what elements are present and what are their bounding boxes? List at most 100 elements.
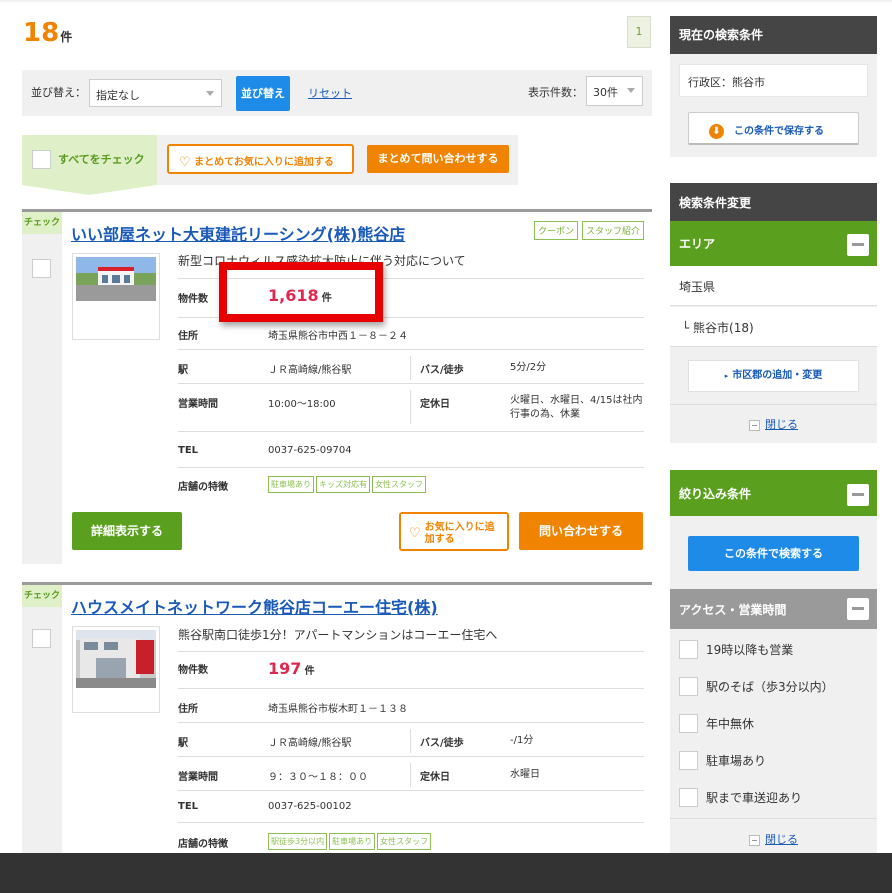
reset-link[interactable]: リセット	[308, 85, 352, 101]
close-filter-link[interactable]: 閉じる	[670, 831, 877, 847]
result-count-unit: 件	[60, 30, 73, 44]
area-header[interactable]: エリア	[670, 224, 877, 266]
current-conditions-title: 現在の検索条件	[670, 16, 877, 54]
station-value: ＪＲ高崎線/熊谷駅	[268, 365, 352, 376]
check-all[interactable]: すべてをチェック	[22, 135, 157, 195]
prefecture-item[interactable]: 埼玉県	[670, 266, 877, 306]
tel-label: TEL	[178, 445, 199, 456]
feature-tag: キッズ対応有	[316, 476, 370, 493]
listing-title[interactable]: いい部屋ネット大東建託リーシング(株)熊谷店	[71, 221, 405, 245]
sort-bar: 並び替え： 指定なし 並び替え リセット 表示件数： 30件	[22, 70, 652, 116]
result-count-number: 18	[23, 18, 60, 48]
row-address: 住所 埼玉県熊谷市桜木町１－１３８	[178, 688, 644, 722]
property-count-number: 197	[268, 659, 302, 678]
sort-select[interactable]: 指定なし	[89, 79, 222, 107]
card-checkbox[interactable]	[32, 259, 51, 278]
collapse-icon[interactable]	[847, 598, 869, 620]
current-conditions-body: 行政区：熊谷市 ⬇ この条件で保存する	[670, 54, 877, 157]
card-divider	[22, 582, 652, 585]
address-value: 埼玉県熊谷市桜木町１－１３８	[268, 704, 408, 715]
current-condition-item: 行政区：熊谷市	[679, 64, 868, 97]
check-all-pointer	[22, 185, 157, 195]
shop-photo-image	[76, 630, 156, 688]
bus-walk-label: バス/徒歩	[420, 738, 464, 749]
filter-option[interactable]: 駐車場あり	[670, 741, 877, 778]
page: 18 件 1 並び替え： 指定なし 並び替え リセット 表示件数： 30件 すべ…	[0, 0, 892, 893]
filter-option[interactable]: 19時以降も営業	[670, 630, 877, 667]
per-page-select[interactable]: 30件	[586, 76, 643, 106]
add-favorite-label: お気に入りに追加する	[424, 521, 495, 545]
listing-title[interactable]: ハウスメイトネットワーク熊谷店コーエー住宅(株)	[71, 594, 438, 618]
filter-option[interactable]: 年中無休	[670, 704, 877, 741]
station-value: ＪＲ高崎線/熊谷駅	[268, 738, 352, 749]
top-divider	[0, 0, 892, 2]
add-city-label: 市区郡の追加・変更	[732, 370, 823, 381]
filter-option-label: 年中無休	[706, 717, 755, 731]
save-condition-button[interactable]: ⬇ この条件で保存する	[688, 112, 859, 145]
feature-tag: 女性スタッフ	[377, 833, 432, 850]
filter-checkbox[interactable]	[679, 751, 698, 770]
card-checkbox[interactable]	[32, 629, 51, 648]
features-list: 駐車場あり キッズ対応有 女性スタッフ	[268, 476, 428, 493]
shop-photo[interactable]	[72, 626, 160, 713]
result-count: 18 件	[23, 18, 72, 48]
feature-tag: 駐車場あり	[329, 833, 376, 850]
card-divider	[22, 209, 652, 212]
add-favorite-button[interactable]: ♡ お気に入りに追加する	[399, 512, 509, 551]
property-count-unit: 件	[304, 666, 315, 677]
card-check-column: チェック	[22, 585, 62, 853]
filter-option-label: 駅のそば（歩3分以内）	[706, 680, 834, 694]
address-label: 住所	[178, 704, 198, 715]
filter-checkbox[interactable]	[679, 788, 698, 807]
filter-header[interactable]: 絞り込み条件	[670, 473, 877, 516]
bottom-bar	[0, 853, 892, 893]
shop-photo[interactable]	[72, 253, 160, 340]
current-conditions-panel: 現在の検索条件 行政区：熊谷市 ⬇ この条件で保存する	[670, 16, 877, 157]
staff-badge: スタッフ紹介	[581, 221, 644, 240]
save-condition-label: この条件で保存する	[734, 126, 824, 137]
city-item[interactable]: └ 熊谷市(18)	[670, 307, 877, 347]
row-tel: TEL 0037-625-00102	[178, 790, 644, 822]
listing-description[interactable]: 熊谷駅南口徒歩1分！アパートマンションはコーエー住宅へ	[178, 626, 497, 643]
station-label: 駅	[178, 365, 188, 376]
bulk-inquire-button[interactable]: まとめて問い合わせする	[367, 145, 509, 173]
column-separator	[410, 729, 411, 753]
holiday-value: 水曜日	[510, 769, 540, 780]
heart-icon: ♡	[179, 154, 191, 170]
features-label: 店舗の特徴	[178, 482, 228, 493]
detail-button[interactable]: 詳細表示する	[72, 512, 182, 550]
page-number-1[interactable]: 1	[627, 16, 651, 48]
minus-icon	[749, 834, 760, 846]
sort-select-value: 指定なし	[96, 89, 140, 102]
row-tel: TEL 0037-625-09704	[178, 431, 644, 467]
collapse-icon[interactable]	[847, 484, 869, 506]
close-area-link[interactable]: 閉じる	[670, 416, 877, 432]
bus-walk-value: -/1分	[510, 735, 534, 746]
close-filter-label: 閉じる	[765, 833, 798, 846]
filter-checkbox[interactable]	[679, 714, 698, 733]
column-separator	[410, 763, 411, 787]
search-with-condition-button[interactable]: この条件で検索する	[688, 536, 859, 571]
listing-badges: クーポン スタッフ紹介	[533, 221, 644, 240]
bulk-action-bar: すべてをチェック ♡ まとめてお気に入りに追加する まとめて問い合わせする	[22, 135, 518, 195]
filter-checkbox[interactable]	[679, 677, 698, 696]
row-hours: 営業時間 10:00～18:00 定休日 火曜日、水曜日、4/15は社内行事の為…	[178, 383, 644, 429]
filter-option[interactable]: 駅まで車送迎あり	[670, 778, 877, 815]
row-station: 駅 ＪＲ高崎線/熊谷駅 バス/徒歩 5分/2分	[178, 349, 644, 383]
filter-checkbox[interactable]	[679, 640, 698, 659]
add-city-button[interactable]: ▸ 市区郡の追加・変更	[688, 360, 859, 392]
filter-option[interactable]: 駅のそば（歩3分以内）	[670, 667, 877, 704]
holiday-label: 定休日	[420, 772, 450, 783]
chevron-down-icon	[627, 88, 635, 93]
collapse-icon[interactable]	[847, 234, 869, 256]
access-hours-header[interactable]: アクセス・営業時間	[670, 589, 877, 629]
bus-walk-label: バス/徒歩	[420, 365, 464, 376]
bus-walk-value: 5分/2分	[510, 362, 547, 373]
row-property-count: 物件数 197 件	[178, 651, 644, 686]
card-check-column: チェック	[22, 212, 62, 564]
sort-button[interactable]: 並び替え	[236, 76, 290, 111]
bulk-add-favorites-button[interactable]: ♡ まとめてお気に入りに追加する	[167, 144, 354, 174]
check-all-checkbox[interactable]	[32, 150, 51, 169]
inquire-button[interactable]: 問い合わせする	[519, 512, 643, 550]
hours-value: 10:00～18:00	[268, 399, 336, 410]
